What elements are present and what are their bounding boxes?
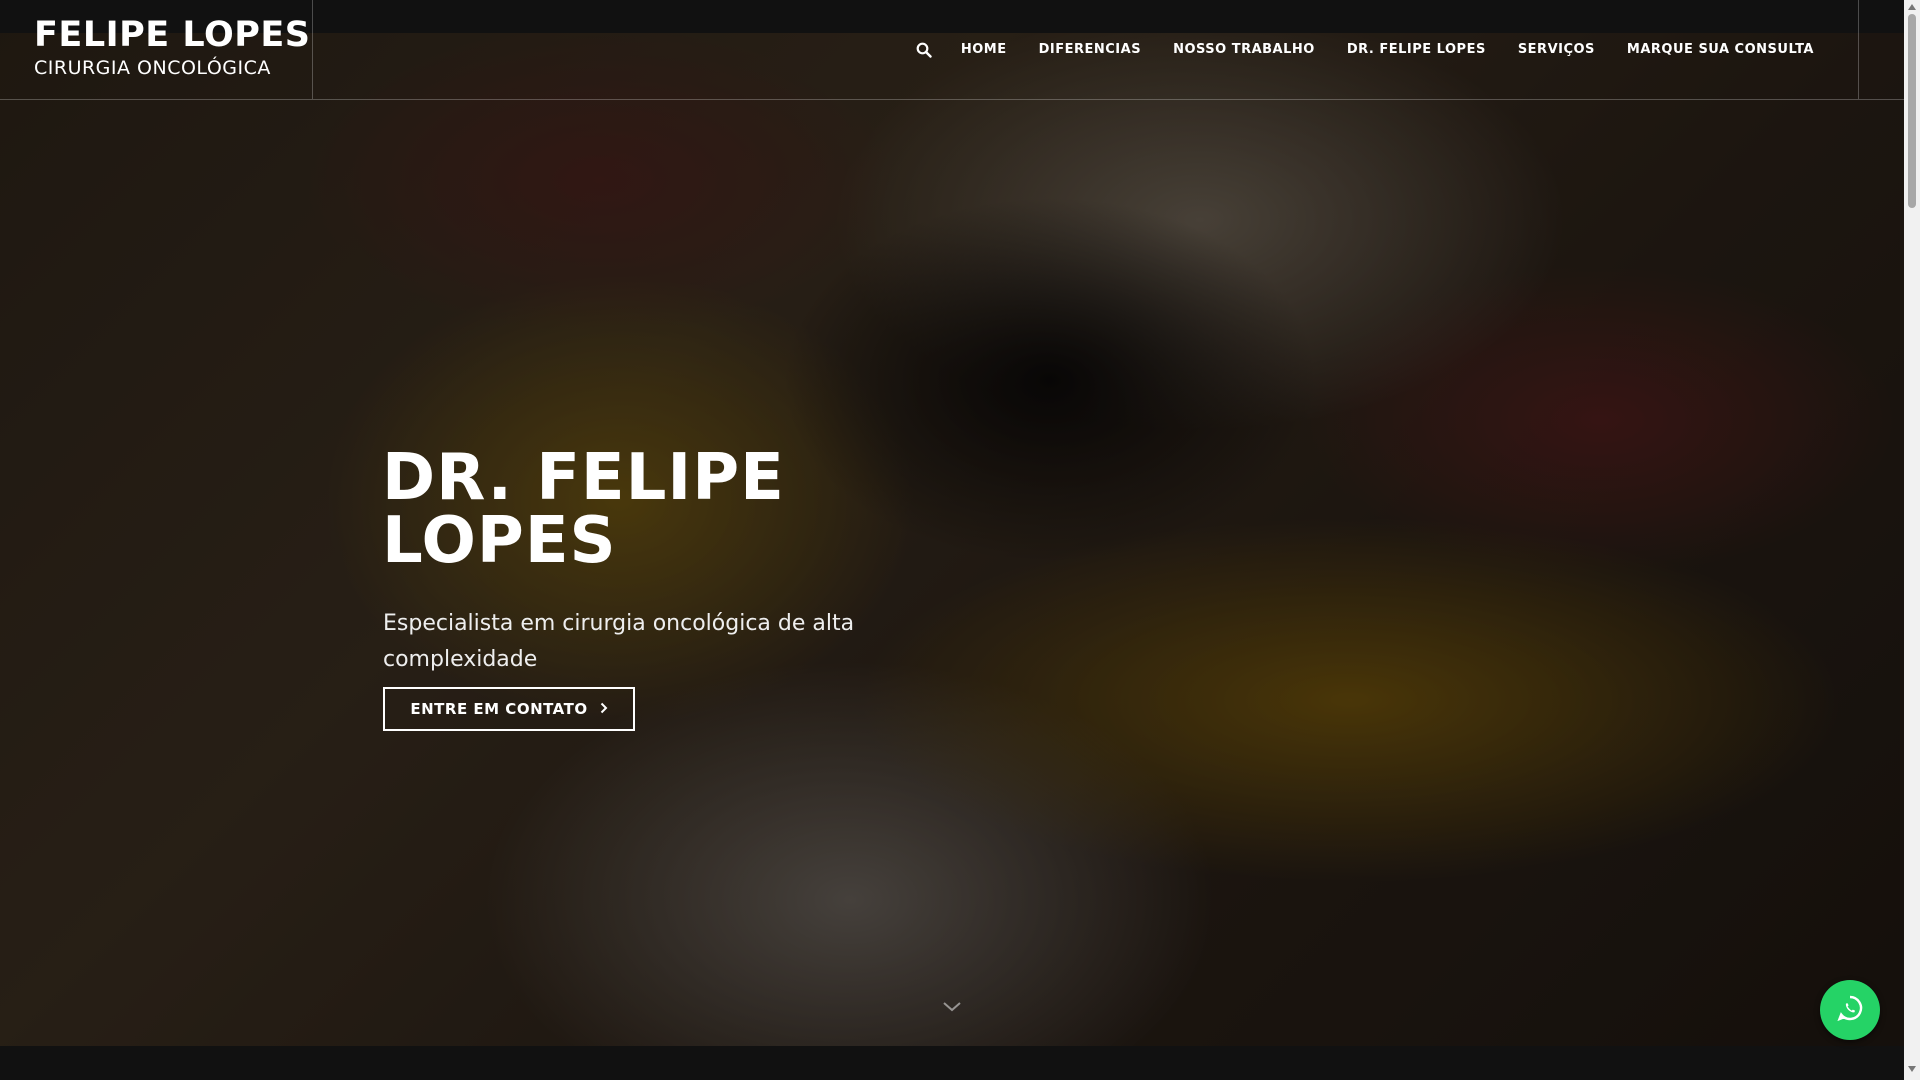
scroll-thumb[interactable]	[1908, 14, 1916, 208]
nav-item-dr-felipe-lopes[interactable]: DR. FELIPE LOPES	[1331, 42, 1502, 57]
nav-item-nosso-trabalho[interactable]: NOSSO TRABALHO	[1157, 42, 1331, 57]
nav-item-home[interactable]: HOME	[945, 42, 1023, 57]
nav-item-marque-sua-consulta[interactable]: MARQUE SUA CONSULTA	[1611, 42, 1830, 57]
contact-button-label: ENTRE EM CONTATO	[410, 700, 588, 718]
logo[interactable]: FELIPE LOPES CIRURGIA ONCOLÓGICA	[0, 0, 313, 99]
header-divider	[1858, 0, 1859, 99]
next-section	[0, 1046, 1904, 1080]
scrollbar[interactable]	[1904, 0, 1920, 1080]
logo-subtitle: CIRURGIA ONCOLÓGICA	[34, 57, 271, 79]
hero-subtitle: Especialista em cirurgia oncológica de a…	[383, 611, 855, 672]
whatsapp-icon	[1835, 993, 1865, 1028]
scroll-up-arrow[interactable]	[1908, 4, 1916, 10]
chevron-down-icon[interactable]	[941, 1000, 963, 1014]
search-icon[interactable]	[909, 30, 939, 70]
logo-title: FELIPE LOPES	[34, 15, 311, 55]
nav-item-diferencias[interactable]: DIFERENCIAS	[1023, 42, 1157, 57]
whatsapp-button[interactable]	[1820, 980, 1880, 1040]
scroll-down-arrow[interactable]	[1908, 1066, 1916, 1072]
nav-item-servicos[interactable]: SERVIÇOS	[1502, 42, 1611, 57]
contact-button[interactable]: ENTRE EM CONTATO	[383, 687, 635, 731]
site-header: FELIPE LOPES CIRURGIA ONCOLÓGICA HOME DI…	[0, 0, 1904, 100]
hero-title: DR. FELIPE LOPES	[382, 441, 785, 578]
main-nav: HOME DIFERENCIAS NOSSO TRABALHO DR. FELI…	[909, 0, 1830, 99]
chevron-right-icon	[600, 700, 608, 718]
